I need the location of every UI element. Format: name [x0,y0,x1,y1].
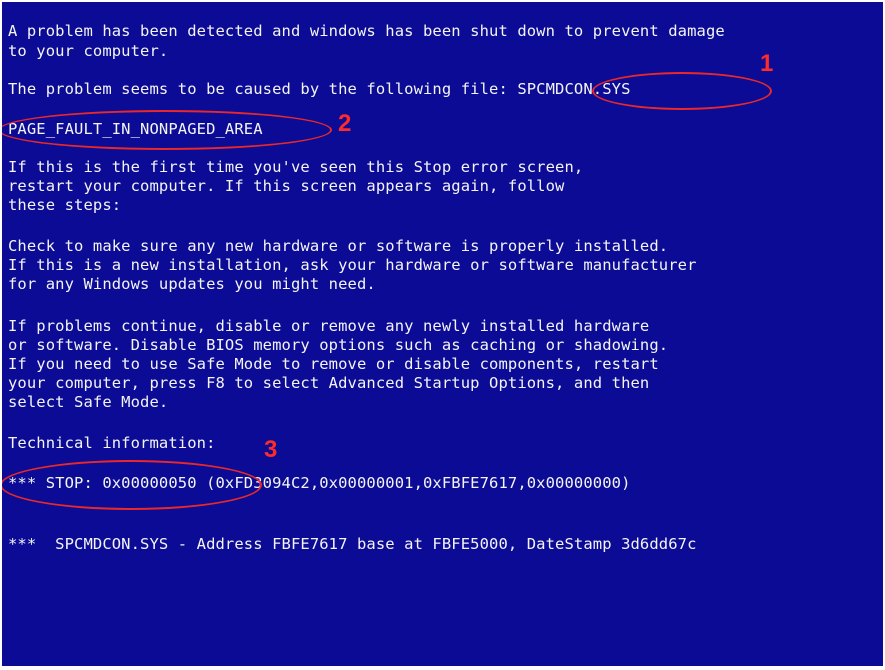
technical-info-heading: Technical information: [8,434,216,452]
problems-continue-line-5: select Safe Mode. [8,393,169,411]
problems-continue-line-4: your computer, press F8 to select Advanc… [8,374,650,392]
check-hardware-line-2: If this is a new installation, ask your … [8,256,697,274]
error-intro-line-1: A problem has been detected and windows … [8,22,725,40]
screenshot-frame: A problem has been detected and windows … [0,0,885,670]
callout-number-1: 1 [760,50,774,77]
annotation-ellipse-file [592,72,772,110]
annotation-ellipse-stop-code [2,460,262,510]
first-time-line-2: restart your computer. If this screen ap… [8,177,565,195]
error-intro-line-2: to your computer. [8,42,169,60]
first-time-line-3: these steps: [8,196,122,214]
callout-number-2: 2 [338,110,352,137]
problems-continue-line-1: If problems continue, disable or remove … [8,317,650,335]
callout-number-3: 3 [264,436,278,463]
first-time-line-1: If this is the first time you've seen th… [8,158,584,176]
blue-screen-of-death: A problem has been detected and windows … [2,2,883,666]
faulting-file-line: The problem seems to be caused by the fo… [8,80,631,98]
driver-address-line: *** SPCMDCON.SYS - Address FBFE7617 base… [8,535,697,553]
problems-continue-line-2: or software. Disable BIOS memory options… [8,336,669,354]
check-hardware-line-1: Check to make sure any new hardware or s… [8,237,669,255]
problems-continue-line-3: If you need to use Safe Mode to remove o… [8,355,659,373]
check-hardware-line-3: for any Windows updates you might need. [8,275,376,293]
annotation-ellipse-stop-name [2,110,332,150]
